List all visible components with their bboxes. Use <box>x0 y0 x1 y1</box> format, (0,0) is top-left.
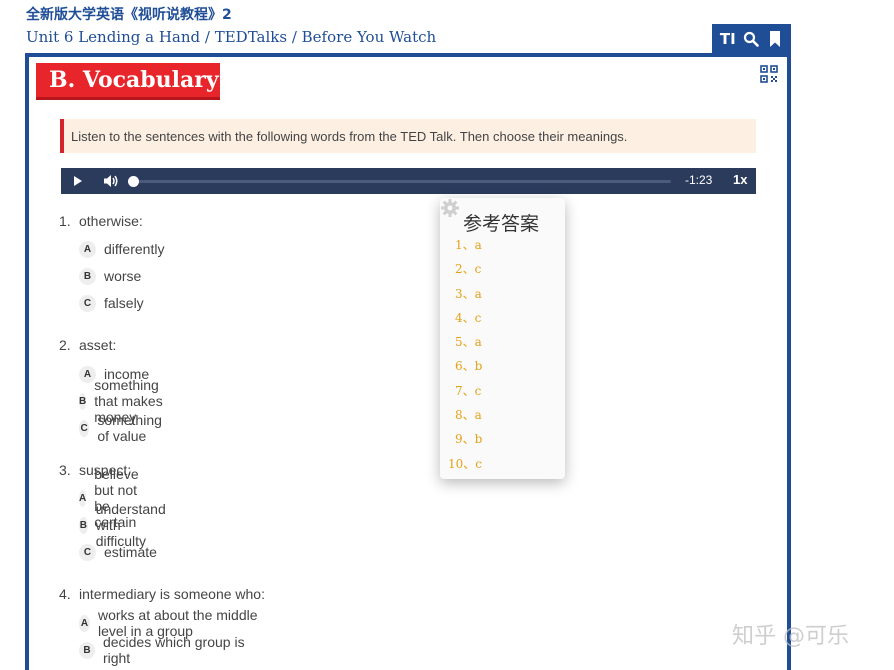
question-number: 2. <box>59 337 71 353</box>
option-text: falsely <box>104 295 144 311</box>
answer-item: 8、a <box>455 408 482 422</box>
answer-item: 3、a <box>455 287 482 301</box>
answer-key-title: 参考答案 <box>463 213 540 235</box>
gear-icon[interactable] <box>440 198 460 218</box>
bookmark-button[interactable] <box>764 28 786 50</box>
answer-item: 10、c <box>448 457 482 471</box>
option-letter: B <box>79 641 95 659</box>
search-icon <box>744 31 760 47</box>
instruction-text: Listen to the sentences with the followi… <box>71 128 628 144</box>
question-prompt: otherwise: <box>79 213 143 229</box>
option-b[interactable]: B worse <box>79 266 141 286</box>
option-letter: A <box>79 614 90 632</box>
option-letter: B <box>79 516 88 534</box>
option-letter: A <box>79 240 96 258</box>
answer-item: 5、a <box>455 335 482 349</box>
font-size-button[interactable]: TI <box>717 28 739 50</box>
question-number: 3. <box>59 462 71 478</box>
option-text: differently <box>104 241 165 257</box>
option-c[interactable]: C falsely <box>79 293 144 313</box>
option-text: something of value <box>97 412 162 444</box>
option-a[interactable]: A works at about the middle level in a g… <box>79 607 265 639</box>
breadcrumb[interactable]: Unit 6 Lending a Hand / TEDTalks / Befor… <box>26 28 436 46</box>
answer-item: 6、b <box>455 359 483 373</box>
audio-time: -1:23 <box>685 173 713 187</box>
toolbar: TI <box>712 24 791 53</box>
option-letter: C <box>79 543 96 561</box>
section-title: B. Vocabulary <box>36 63 220 100</box>
option-c[interactable]: C estimate <box>79 542 157 562</box>
answer-key-popup: 参考答案 1、a 2、c 3、a 4、c 5、a 6、b 7、c 8、a 9、b… <box>440 198 565 479</box>
option-letter: C <box>79 419 90 437</box>
option-b[interactable]: B decides which group is right <box>79 634 265 666</box>
answer-item: 2、c <box>455 262 482 276</box>
option-text: worse <box>104 268 142 284</box>
answer-item: 9、b <box>455 432 483 446</box>
answer-item: 7、c <box>455 384 482 398</box>
answer-item: 1、a <box>455 238 482 252</box>
option-letter: B <box>79 392 87 410</box>
watermark: 知乎 @可乐 <box>732 624 849 649</box>
volume-icon[interactable] <box>103 174 119 188</box>
answer-item: 4、c <box>455 311 482 325</box>
option-b[interactable]: B understand with difficulty <box>79 501 174 549</box>
option-text: decides which group is right <box>102 634 245 666</box>
book-title: 全新版大学英语《视听说教程》2 <box>26 7 232 23</box>
audio-player: -1:23 1x <box>61 168 756 194</box>
option-letter: B <box>79 267 96 285</box>
audio-progress-handle[interactable] <box>128 176 139 187</box>
question-prompt: asset: <box>79 337 117 353</box>
question-item: 2. asset: A income B something that make… <box>59 336 163 444</box>
question-number: 4. <box>59 586 71 602</box>
question-number: 1. <box>59 213 71 229</box>
search-button[interactable] <box>740 28 762 50</box>
bookmark-icon <box>770 30 781 47</box>
option-c[interactable]: C something of value <box>79 412 169 444</box>
content-panel: B. Vocabulary Listen to the sentences wi… <box>25 53 791 670</box>
play-icon[interactable] <box>73 175 83 187</box>
question-item: 1. otherwise: A differently B worse C fa… <box>59 212 164 312</box>
playback-speed-button[interactable]: 1x <box>733 172 747 187</box>
question-prompt: intermediary is someone who: <box>79 586 265 602</box>
audio-progress-track[interactable] <box>131 180 671 183</box>
question-item: 4. intermediary is someone who: A works … <box>59 585 265 666</box>
instruction-box: Listen to the sentences with the followi… <box>60 119 756 153</box>
qr-code-icon[interactable] <box>760 65 778 83</box>
option-a[interactable]: A differently <box>79 239 164 259</box>
option-b[interactable]: B something that makes money <box>79 377 169 425</box>
option-letter: A <box>79 489 87 507</box>
option-text: estimate <box>104 544 157 560</box>
option-letter: C <box>79 294 96 312</box>
font-size-icon: TI <box>719 29 736 48</box>
question-item: 3. suspect: A believe but not be certain… <box>59 461 166 561</box>
